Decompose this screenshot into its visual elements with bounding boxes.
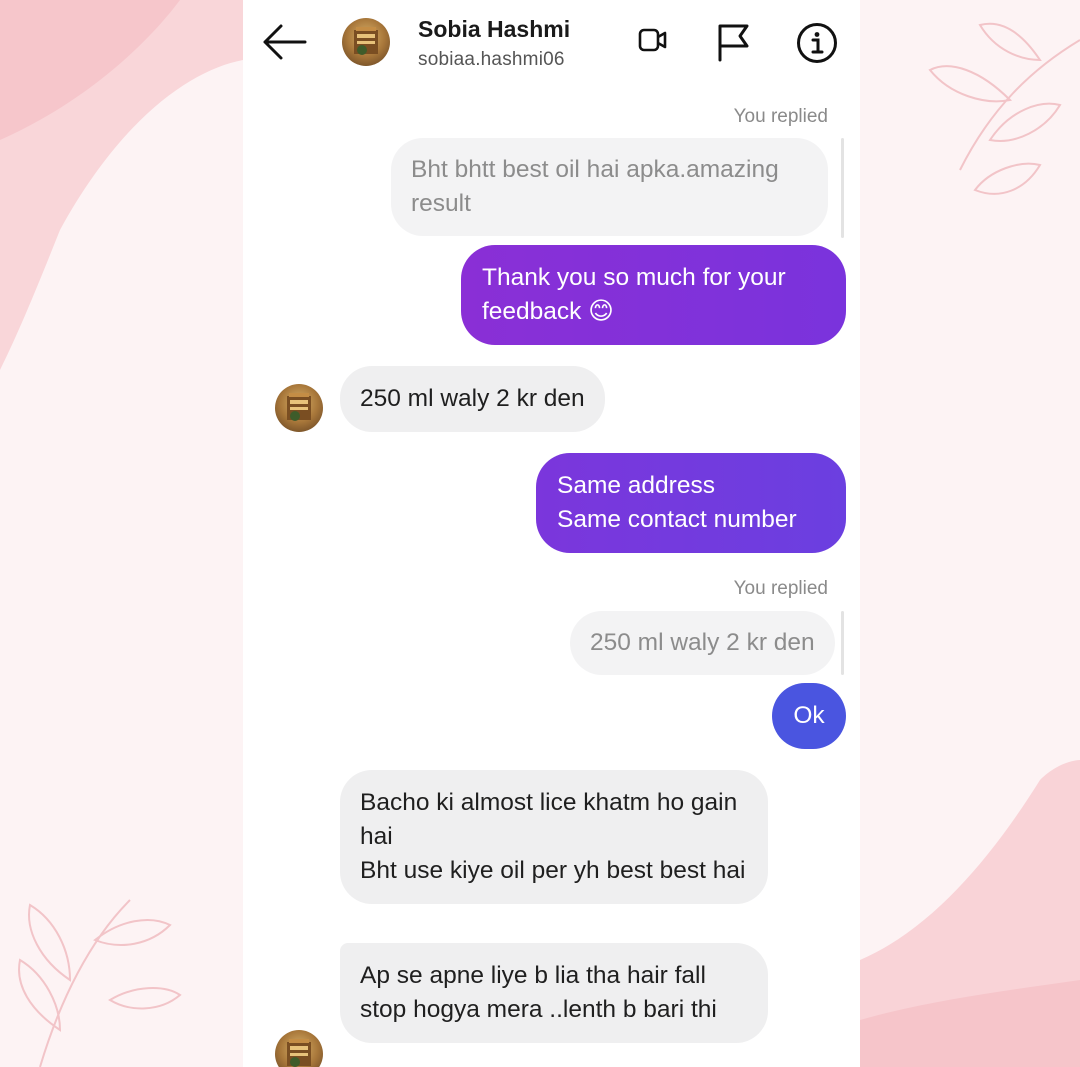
chat-header: Sobia Hashmi sobiaa.hashmi06 <box>243 0 860 88</box>
reply-indicator <box>841 611 844 675</box>
video-call-icon <box>638 28 667 52</box>
back-button[interactable] <box>261 22 307 62</box>
arrow-left-icon <box>263 24 307 60</box>
info-icon <box>797 23 837 63</box>
sent-message[interactable]: Thank you so much for your feedback 😊 <box>461 245 846 345</box>
contact-username: sobiaa.hashmi06 <box>418 49 565 70</box>
received-message[interactable]: Bacho ki almost lice khatm ho gain hai B… <box>340 770 768 904</box>
received-message[interactable]: 250 ml waly 2 kr den <box>340 366 605 432</box>
flag-icon <box>718 24 749 62</box>
avatar[interactable] <box>275 384 323 432</box>
report-button[interactable] <box>716 22 750 62</box>
avatar[interactable] <box>342 18 390 66</box>
video-call-button[interactable] <box>638 27 668 53</box>
sent-message[interactable]: Same address Same contact number <box>536 453 846 553</box>
avatar[interactable] <box>275 1030 323 1067</box>
sent-message[interactable]: Ok <box>772 683 846 749</box>
you-replied-label: You replied <box>733 578 828 599</box>
reply-indicator <box>841 138 844 238</box>
quoted-message[interactable]: Bht bhtt best oil hai apka.amazing resul… <box>391 138 828 236</box>
chat-screen: Sobia Hashmi sobiaa.hashmi06 You replied… <box>243 0 860 1067</box>
info-button[interactable] <box>796 22 838 64</box>
quoted-message[interactable]: 250 ml waly 2 kr den <box>570 611 835 675</box>
you-replied-label: You replied <box>733 106 828 127</box>
received-message[interactable]: Ap se apne liye b lia tha hair fall stop… <box>340 943 768 1043</box>
contact-name[interactable]: Sobia Hashmi <box>418 16 570 43</box>
